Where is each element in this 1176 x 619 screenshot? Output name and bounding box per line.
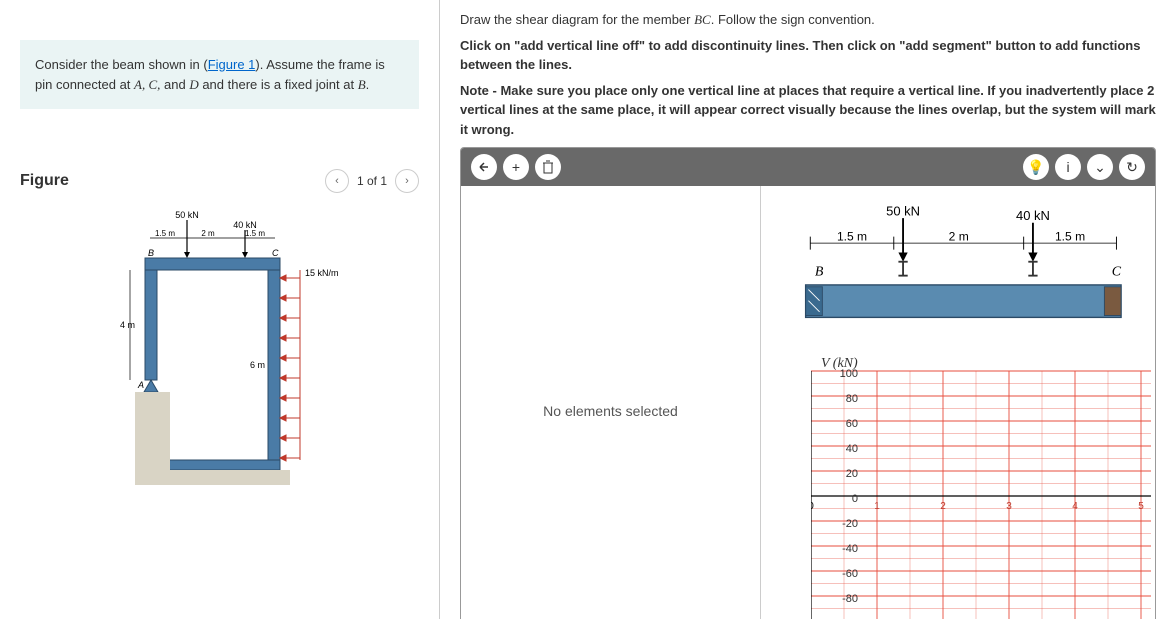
instruction-line-3: Note - Make sure you place only one vert…: [460, 81, 1156, 140]
svg-text:2 m: 2 m: [949, 229, 969, 243]
svg-text:4: 4: [1072, 501, 1078, 512]
svg-text:15 kN/m: 15 kN/m: [305, 268, 339, 278]
left-panel: Consider the beam shown in (Figure 1). A…: [0, 0, 440, 619]
delete-button[interactable]: [535, 154, 561, 180]
svg-text:3: 3: [1006, 501, 1012, 512]
figure-nav: ‹ 1 of 1 ›: [325, 169, 419, 193]
svg-text:0: 0: [811, 501, 814, 512]
svg-text:C: C: [1112, 265, 1122, 280]
graph-panel[interactable]: 50 kN 40 kN 1.5 m 2 m 1.5 m: [761, 186, 1155, 619]
y-ticks: 100 80 60 40 20 0 -20 -40 -60 -80: [833, 368, 858, 618]
svg-text:6 m: 6 m: [250, 360, 265, 370]
svg-text:B: B: [148, 248, 154, 258]
undo-button[interactable]: [471, 154, 497, 180]
svg-text:50 kN: 50 kN: [886, 203, 920, 218]
prev-figure-button[interactable]: ‹: [325, 169, 349, 193]
workspace: No elements selected 50 kN 40 kN: [461, 186, 1155, 619]
svg-text:2: 2: [940, 501, 946, 512]
svg-text:4 m: 4 m: [120, 320, 135, 330]
svg-text:1: 1: [874, 501, 880, 512]
plot-area[interactable]: V (kN) x (m 100 80 60 40 20 0 -20 -40 -6…: [811, 356, 1155, 619]
plot-grid[interactable]: 0 1 2 3 4 5: [811, 356, 1151, 619]
figure-area: 50 kN 40 kN 1.5 m 2 m 1.5 m B C 4 m 6 m: [20, 208, 419, 491]
figure-link[interactable]: Figure 1: [208, 57, 256, 72]
selection-panel: No elements selected: [461, 186, 761, 619]
problem-statement: Consider the beam shown in (Figure 1). A…: [20, 40, 419, 109]
figure-heading: Figure: [20, 172, 69, 190]
next-figure-button[interactable]: ›: [395, 169, 419, 193]
drawing-tool-frame: + 💡 i ⌄ ↻ No elements selected 50 kN 40 …: [460, 147, 1156, 619]
svg-text:1.5 m: 1.5 m: [837, 229, 867, 243]
svg-text:2 m: 2 m: [201, 229, 215, 238]
instruction-line-2: Click on "add vertical line off" to add …: [460, 36, 1156, 75]
add-button[interactable]: +: [503, 154, 529, 180]
svg-text:C: C: [272, 248, 279, 258]
svg-text:1.5 m: 1.5 m: [154, 229, 174, 238]
instruction-line-1: Draw the shear diagram for the member BC…: [460, 10, 1156, 30]
toolbar: + 💡 i ⌄ ↻: [461, 148, 1155, 186]
svg-text:40 kN: 40 kN: [1016, 208, 1050, 223]
svg-text:B: B: [815, 265, 824, 280]
svg-text:50 kN: 50 kN: [175, 210, 199, 220]
svg-text:A: A: [137, 380, 144, 390]
figure-counter: 1 of 1: [357, 174, 387, 188]
dropdown-button[interactable]: ⌄: [1087, 154, 1113, 180]
svg-text:1.5 m: 1.5 m: [244, 229, 264, 238]
beam-diagram: 50 kN 40 kN 1.5 m 2 m 1.5 m: [801, 196, 1135, 346]
svg-text:1.5 m: 1.5 m: [1055, 229, 1085, 243]
right-panel: Draw the shear diagram for the member BC…: [440, 0, 1176, 619]
frame-figure: 50 kN 40 kN 1.5 m 2 m 1.5 m B C 4 m 6 m: [100, 208, 380, 488]
svg-text:5: 5: [1138, 501, 1144, 512]
selection-message: No elements selected: [543, 403, 678, 419]
reset-button[interactable]: ↻: [1119, 154, 1145, 180]
info-button[interactable]: i: [1055, 154, 1081, 180]
hint-button[interactable]: 💡: [1023, 154, 1049, 180]
figure-header: Figure ‹ 1 of 1 ›: [20, 169, 419, 193]
